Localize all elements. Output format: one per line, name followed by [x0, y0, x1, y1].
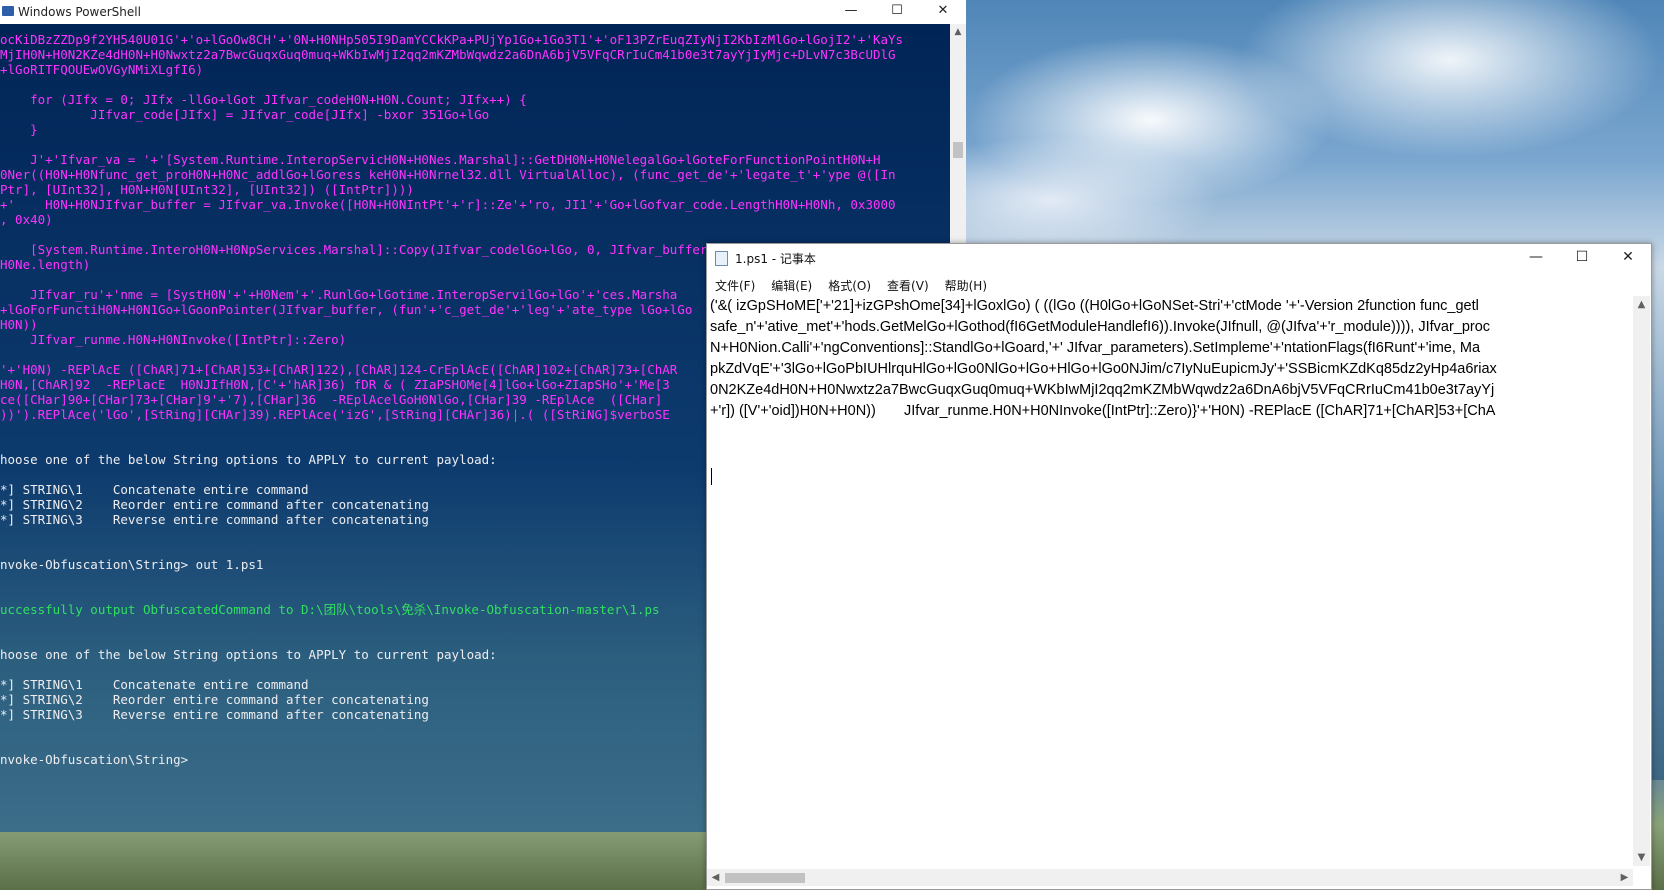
console-line: *] STRING\3 Reverse entire command after…	[0, 512, 429, 527]
notepad-icon	[715, 251, 728, 266]
scroll-down-icon[interactable]: ▼	[1633, 849, 1650, 866]
console-line: 0Ner((H0N+H0Nfunc_get_proH0N+H0Nc_addlGo…	[0, 167, 896, 182]
menu-file[interactable]: 文件(F)	[707, 273, 763, 295]
notepad-horizontal-scrollbar[interactable]: ◀ ▶	[707, 869, 1633, 886]
console-line: Ptr], [UInt32], H0N+H0N[UInt32], [UInt32…	[0, 182, 414, 197]
text-cursor	[711, 468, 712, 485]
powershell-title: Windows PowerShell	[18, 5, 141, 19]
console-line: J'+'Ifvar_va = '+'[System.Runtime.Intero…	[0, 152, 881, 167]
console-line: '+'H0N) -REPlAcE ([ChAR]71+[ChAR]53+[ChA…	[0, 362, 678, 377]
maximize-button[interactable]: ☐	[1559, 244, 1605, 272]
text-line: 0N2KZe4dH0N+H0Nwxtz2a7BwcGuqxGuq0muq+WKb…	[710, 382, 1495, 398]
console-line: *] STRING\1 Concatenate entire command	[0, 677, 309, 692]
console-line: +lGoRITFQOUEwOVGyNMiXLgfI6)	[0, 62, 204, 77]
notepad-title: 1.ps1 - 记事本	[735, 252, 816, 266]
console-line: hoose one of the below String options to…	[0, 647, 497, 662]
text-line: ('&( izGpSHoME['+'21]+izGPshOme[34]+lGox…	[710, 298, 1479, 314]
console-line: hoose one of the below String options to…	[0, 452, 497, 467]
text-line: N+H0Nion.Calli'+'ngConventions]::StandlG…	[710, 340, 1481, 356]
console-line: H0N))	[0, 317, 38, 332]
text-line: +'r]) ([V'+'oid])H0N+H0N)) JIfvar_runme.…	[710, 403, 1496, 419]
close-button[interactable]: ✕	[1605, 244, 1651, 272]
console-line: JIfvar_ru'+'nme = [SystH0N'+'+H0Nem'+'.R…	[0, 287, 678, 302]
console-line: JIfvar_code[JIfx] = JIfvar_code[JIfx] -b…	[0, 107, 490, 122]
minimize-button[interactable]: —	[1513, 244, 1559, 272]
minimize-button[interactable]: —	[828, 0, 874, 24]
notepad-vertical-scrollbar[interactable]: ▲ ▼	[1633, 296, 1650, 866]
notepad-window[interactable]: 1.ps1 - 记事本 — ☐ ✕ 文件(F) 编辑(E) 格式(O) 查看(V…	[706, 243, 1652, 890]
scroll-thumb[interactable]	[953, 142, 963, 158]
console-line: +lGoForFunctiH0N+H0N1Go+lGoonPointer(JIf…	[0, 302, 693, 317]
console-line: H0Ne.length)	[0, 257, 91, 272]
console-line: }	[0, 122, 38, 137]
console-line: uccessfully output ObfuscatedCommand to …	[0, 602, 660, 617]
console-line: ocKiDBzZZDp9f2YH540U01G'+'o+lGoOw8CH'+'0…	[0, 32, 904, 47]
menu-edit[interactable]: 编辑(E)	[763, 273, 820, 295]
maximize-button[interactable]: ☐	[874, 0, 920, 24]
scroll-left-icon[interactable]: ◀	[707, 869, 724, 886]
scroll-up-icon[interactable]: ▲	[950, 24, 966, 40]
powershell-titlebar[interactable]: Windows PowerShell — ☐ ✕	[0, 0, 966, 25]
console-line: ))').REPlAce('lGo',[StRing][CHAr]39).REP…	[0, 407, 670, 422]
notepad-titlebar[interactable]: 1.ps1 - 记事本 — ☐ ✕	[707, 244, 1651, 272]
console-line: +' H0N+H0NJIfvar_buffer = JIfvar_va.Invo…	[0, 197, 896, 212]
menu-view[interactable]: 查看(V)	[879, 273, 937, 295]
console-line: , 0x40)	[0, 212, 53, 227]
scroll-right-icon[interactable]: ▶	[1616, 869, 1633, 886]
console-line: for (JIfx = 0; JIfx -llGo+lGot JIfvar_co…	[0, 92, 527, 107]
console-line: JIfvar_runme.H0N+H0NInvoke([IntPtr]::Zer…	[0, 332, 347, 347]
console-line: *] STRING\2 Reorder entire command after…	[0, 497, 429, 512]
menu-format[interactable]: 格式(O)	[820, 273, 879, 295]
console-line: ce([CHar]90+[CHar]73+[CHar]9'+'7),[CHar]…	[0, 392, 663, 407]
notepad-text-area[interactable]: ('&( izGpSHoME['+'21]+izGPshOme[34]+lGox…	[707, 296, 1633, 866]
menu-help[interactable]: 帮助(H)	[937, 273, 995, 295]
console-line: *] STRING\1 Concatenate entire command	[0, 482, 309, 497]
console-line: nvoke-Obfuscation\String> out 1.ps1	[0, 557, 264, 572]
notepad-menubar: 文件(F) 编辑(E) 格式(O) 查看(V) 帮助(H)	[707, 273, 1651, 295]
close-button[interactable]: ✕	[920, 0, 966, 24]
text-line: safe_n'+'ative_met'+'hods.GetMelGo+lGoth…	[710, 319, 1491, 335]
console-line: MjIH0N+H0N2KZe4dH0N+H0Nwxtz2a7BwcGuqxGuq…	[0, 47, 896, 62]
scroll-up-icon[interactable]: ▲	[1633, 296, 1650, 313]
powershell-icon	[2, 6, 14, 16]
scroll-thumb[interactable]	[725, 873, 805, 883]
text-line: pkZdVqE'+'3lGo+lGoPbIUHlrquHlGo+lGo0NlGo…	[710, 361, 1497, 377]
console-line: H0N,[ChAR]92 -REPlacE H0NJIfH0N,[C'+'hAR…	[0, 377, 670, 392]
console-line: nvoke-Obfuscation\String>	[0, 752, 189, 767]
console-line: *] STRING\2 Reorder entire command after…	[0, 692, 429, 707]
console-line: *] STRING\3 Reverse entire command after…	[0, 707, 429, 722]
